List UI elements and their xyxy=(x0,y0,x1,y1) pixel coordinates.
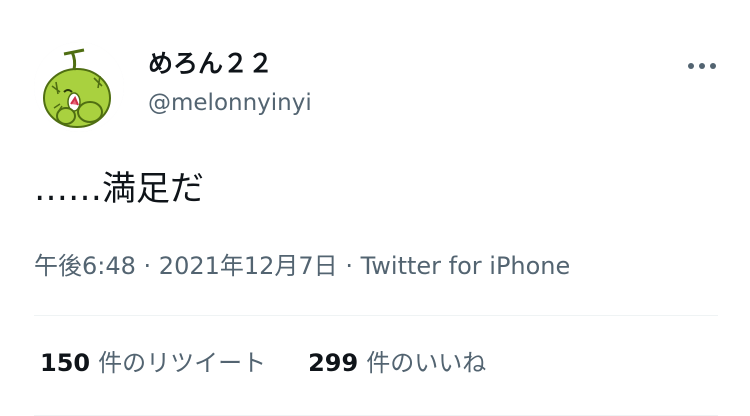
retweet-label: 件のリツイート xyxy=(98,349,267,377)
tweet-meta: 午後6:48 · 2021年12月7日 · Twitter for iPhone xyxy=(34,250,570,282)
tweet-time[interactable]: 午後6:48 xyxy=(34,252,136,280)
more-options-button[interactable] xyxy=(682,52,722,80)
retweets-stat-link[interactable]: 150 件のリツイート xyxy=(40,346,266,380)
like-count: 299 xyxy=(308,349,359,377)
retweet-count: 150 xyxy=(40,349,91,377)
like-label: 件のいいね xyxy=(366,349,487,377)
avatar[interactable] xyxy=(34,42,124,132)
tweet-detail: めろん２２ @melonnyinyi ……満足だ 午後6:48 · 2021年1… xyxy=(0,0,750,416)
likes-stat-link[interactable]: 299 件のいいね xyxy=(308,346,486,380)
more-horizontal-icon xyxy=(688,63,716,69)
tweet-text: ……満足だ xyxy=(34,169,204,209)
melon-character-avatar-icon xyxy=(34,42,124,132)
tweet-date[interactable]: 2021年12月7日 xyxy=(159,252,338,280)
tweet-stats: 150 件のリツイート 299 件のいいね xyxy=(40,346,486,380)
meta-separator: · xyxy=(135,252,159,280)
meta-separator: · xyxy=(337,252,361,280)
display-name[interactable]: めろん２２ xyxy=(148,48,273,80)
tweet-source-link[interactable]: Twitter for iPhone xyxy=(361,252,571,280)
user-handle[interactable]: @melonnyinyi xyxy=(148,88,312,118)
divider xyxy=(34,315,718,316)
